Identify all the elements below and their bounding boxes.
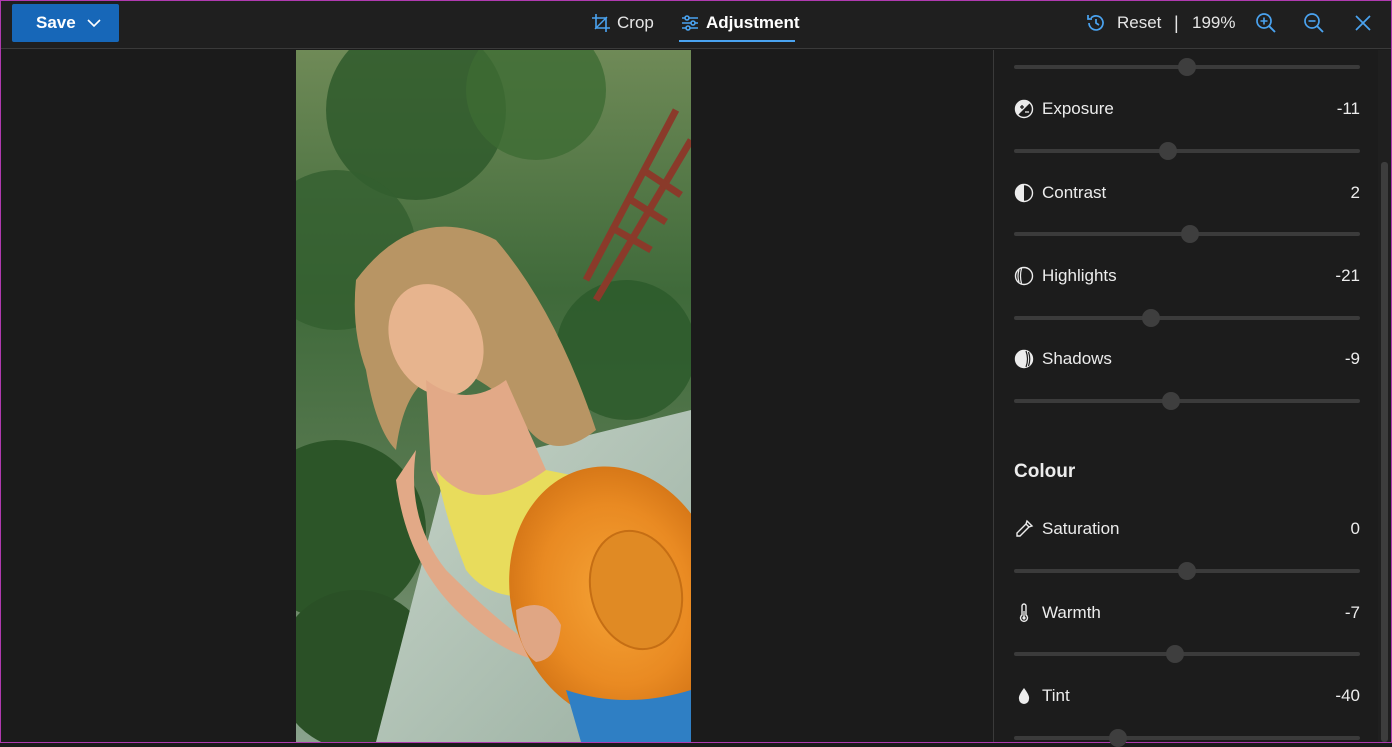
slider-thumb[interactable] [1108,729,1127,747]
warmth-value: -7 [1344,603,1360,622]
shadows-value: -9 [1344,349,1360,368]
tint-row: Tint -40 [1014,684,1360,708]
toolbar-separator: | [1174,13,1179,33]
highlights-value: -21 [1335,266,1360,285]
zoom-in-icon[interactable] [1254,11,1278,35]
adjustment-panel [993,50,1391,742]
edited-photo[interactable] [296,50,691,742]
saturation-slider[interactable] [1014,562,1360,580]
highlights-row: Highlights -21 [1014,264,1360,288]
warmth-slider[interactable] [1014,645,1360,663]
tab-adjustment[interactable]: Adjustment [680,1,800,45]
top-slider[interactable] [1014,58,1360,76]
tab-crop[interactable]: Crop [591,1,654,45]
chevron-down-icon [87,19,101,28]
shadows-icon [1014,349,1034,369]
saturation-label: Saturation [1042,519,1120,538]
highlights-slider[interactable] [1014,309,1360,327]
exposure-row: Exposure -11 [1014,97,1360,121]
close-icon[interactable] [1351,11,1375,35]
eyedropper-icon [1016,519,1034,537]
drop-icon [1018,688,1030,704]
tint-value: -40 [1335,686,1360,705]
reset-button[interactable]: Reset [1085,1,1161,45]
exposure-slider[interactable] [1014,142,1360,160]
save-label: Save [36,13,76,32]
image-canvas [1,50,993,742]
slider-thumb[interactable] [1165,645,1184,663]
exposure-icon [1014,99,1034,119]
slider-thumb[interactable] [1178,562,1196,580]
saturation-row: Saturation 0 [1014,517,1360,541]
top-toolbar: Save Crop Adjustment Reset | 199% [1,1,1391,49]
highlights-icon [1014,266,1034,286]
tab-crop-label: Crop [617,13,654,32]
exposure-value: -11 [1336,99,1360,118]
tint-slider[interactable] [1014,729,1360,747]
tab-adjustment-label: Adjustment [706,13,800,32]
contrast-label: Contrast [1042,183,1107,202]
contrast-icon [1014,183,1034,203]
highlights-label: Highlights [1042,266,1117,285]
save-button[interactable]: Save [12,4,119,42]
active-tab-indicator [679,40,795,42]
thermometer-icon [1019,603,1029,623]
contrast-row: Contrast 2 [1014,181,1360,205]
shadows-row: Shadows -9 [1014,347,1360,371]
contrast-slider[interactable] [1014,225,1360,243]
panel-scrollbar[interactable] [1378,50,1390,742]
shadows-slider[interactable] [1014,392,1360,410]
slider-thumb[interactable] [1158,142,1177,160]
scrollbar-thumb[interactable] [1381,162,1388,742]
crop-icon [592,14,610,32]
warmth-label: Warmth [1042,603,1101,622]
history-icon [1087,15,1104,31]
exposure-label: Exposure [1042,99,1114,118]
warmth-row: Warmth -7 [1014,601,1360,625]
colour-section-title: Colour [1014,461,1076,482]
contrast-value: 2 [1350,183,1360,202]
shadows-label: Shadows [1042,349,1112,368]
sliders-icon [682,15,698,31]
slider-thumb[interactable] [1178,58,1196,76]
slider-thumb[interactable] [1141,309,1160,327]
zoom-level: 199% [1192,13,1236,32]
tint-label: Tint [1042,686,1070,705]
saturation-value: 0 [1350,519,1360,538]
zoom-out-icon[interactable] [1302,11,1326,35]
reset-label: Reset [1117,13,1162,32]
